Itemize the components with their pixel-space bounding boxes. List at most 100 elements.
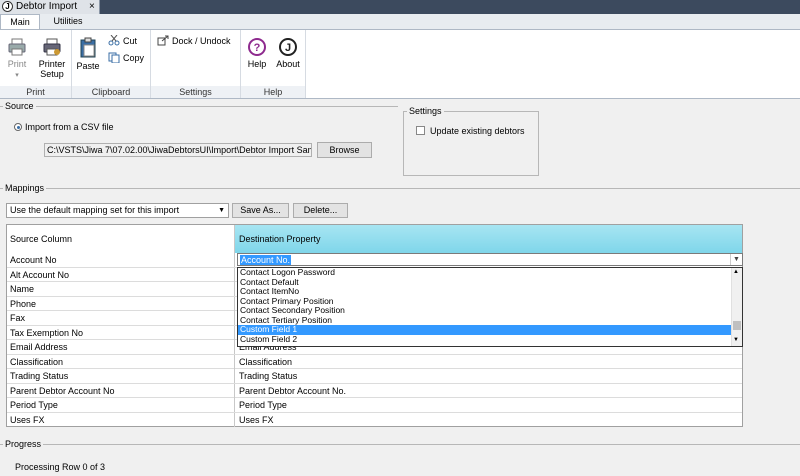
help-button[interactable]: ? Help bbox=[245, 37, 269, 69]
document-tab[interactable]: J Debtor Import × bbox=[0, 0, 100, 14]
source-group-title: Source bbox=[3, 101, 36, 111]
save-as-button[interactable]: Save As... bbox=[232, 203, 289, 218]
settings-group-label: Settings bbox=[151, 86, 240, 98]
dropdown-scrollbar[interactable]: ▲ ▼ bbox=[731, 268, 742, 346]
destination-dropdown-list[interactable]: Contact Logon Password Contact Default C… bbox=[237, 267, 743, 347]
mappings-divider bbox=[0, 188, 800, 189]
source-column-header[interactable]: Source Column bbox=[7, 225, 235, 253]
print-group: Print ▾ Printer Setup Print bbox=[0, 30, 72, 98]
source-cell: Trading Status bbox=[7, 369, 235, 383]
source-cell: Parent Debtor Account No bbox=[7, 383, 235, 398]
print-label: Print bbox=[7, 59, 27, 69]
scroll-thumb[interactable] bbox=[733, 321, 741, 330]
jiwa-logo-icon: J bbox=[2, 1, 13, 12]
grid-header: Source Column Destination Property bbox=[7, 225, 742, 253]
tab-main[interactable]: Main bbox=[0, 14, 40, 29]
about-button[interactable]: J About bbox=[273, 37, 303, 69]
settings-groupbox bbox=[403, 111, 539, 176]
print-button[interactable]: Print ▾ bbox=[3, 37, 31, 81]
source-cell: Email Address bbox=[7, 340, 235, 354]
close-icon[interactable]: × bbox=[89, 0, 95, 14]
help-label: Help bbox=[247, 59, 267, 69]
copy-label: Copy bbox=[123, 53, 145, 63]
table-row[interactable]: Parent Debtor Account No Parent Debtor Ac… bbox=[7, 383, 742, 398]
table-row[interactable]: Period Type Period Type bbox=[7, 398, 742, 413]
source-cell: Fax bbox=[7, 311, 235, 325]
update-debtors-label: Update existing debtors bbox=[430, 126, 525, 136]
about-label: About bbox=[276, 59, 300, 69]
progress-group-title: Progress bbox=[3, 439, 44, 449]
table-row[interactable]: Trading Status Trading Status bbox=[7, 369, 742, 384]
destination-combo-value[interactable]: Account No. bbox=[240, 255, 292, 265]
destination-cell[interactable]: Period Type bbox=[235, 398, 742, 412]
about-icon: J bbox=[279, 38, 297, 56]
destination-cell[interactable]: Parent Debtor Account No. bbox=[235, 384, 742, 398]
dropdown-option[interactable]: Contact Tertiary Position bbox=[238, 315, 731, 326]
cut-button[interactable]: Cut bbox=[108, 34, 138, 47]
dock-undock-button[interactable]: Dock / Undock bbox=[157, 35, 231, 47]
scissors-icon bbox=[108, 34, 120, 46]
destination-cell[interactable]: Trading Status bbox=[235, 369, 742, 383]
print-group-label: Print bbox=[0, 86, 71, 98]
dropdown-option[interactable]: Contact Default bbox=[238, 277, 731, 288]
source-cell: Tax Exemption No bbox=[7, 325, 235, 340]
destination-cell[interactable]: Classification bbox=[235, 355, 742, 369]
printer-setup-label: Printer Setup bbox=[38, 59, 66, 79]
clipboard-group-label: Clipboard bbox=[72, 86, 150, 98]
table-row[interactable]: Classification Classification bbox=[7, 354, 742, 369]
paste-label: Paste bbox=[76, 61, 100, 71]
cut-label: Cut bbox=[123, 36, 138, 46]
settings-group-title: Settings bbox=[407, 106, 444, 116]
printer-icon bbox=[8, 38, 26, 56]
file-path-field[interactable]: C:\VSTS\Jiwa 7\07.02.00\JiwaDebtorsUI\Im… bbox=[44, 143, 312, 157]
source-cell: Uses FX bbox=[7, 412, 235, 427]
source-cell: Account No bbox=[7, 253, 235, 267]
dropdown-option[interactable]: Custom Field 2 bbox=[238, 334, 731, 345]
printer-setup-icon bbox=[43, 38, 61, 56]
title-bar bbox=[0, 0, 800, 14]
ribbon: Print ▾ Printer Setup Print Paste Cut Cop… bbox=[0, 29, 800, 99]
chevron-down-icon: ▼ bbox=[218, 207, 225, 214]
source-divider bbox=[0, 106, 398, 107]
paste-button[interactable]: Paste bbox=[76, 37, 100, 71]
source-cell: Alt Account No bbox=[7, 267, 235, 282]
help-group: ? Help J About Help bbox=[241, 30, 306, 98]
source-cell: Name bbox=[7, 282, 235, 296]
csv-radio[interactable]: Import from a CSV file bbox=[14, 122, 114, 133]
window-title: Debtor Import bbox=[16, 1, 78, 12]
mappings-group-title: Mappings bbox=[3, 183, 47, 193]
destination-combo[interactable]: Account No. ▼ bbox=[237, 253, 743, 266]
checkbox-icon bbox=[416, 126, 425, 135]
copy-icon bbox=[108, 52, 120, 64]
printer-setup-button[interactable]: Printer Setup bbox=[34, 37, 70, 79]
source-cell: Period Type bbox=[7, 398, 235, 412]
help-icon: ? bbox=[248, 38, 266, 56]
destination-cell[interactable]: Uses FX bbox=[235, 413, 742, 427]
progress-divider bbox=[0, 444, 800, 445]
chevron-down-icon[interactable]: ▼ bbox=[730, 254, 742, 265]
dropdown-option[interactable]: Contact Logon Password bbox=[238, 267, 731, 278]
update-debtors-checkbox[interactable]: Update existing debtors bbox=[416, 126, 525, 137]
table-row[interactable]: Uses FX Uses FX bbox=[7, 412, 742, 428]
source-cell: Phone bbox=[7, 296, 235, 311]
scroll-up-icon[interactable]: ▲ bbox=[733, 269, 739, 276]
radio-selected-icon bbox=[14, 123, 22, 131]
mapping-set-value: Use the default mapping set for this imp… bbox=[10, 205, 180, 215]
source-cell: Classification bbox=[7, 354, 235, 369]
dropdown-option-selected[interactable]: Custom Field 1 bbox=[238, 324, 731, 335]
dock-undock-label: Dock / Undock bbox=[172, 36, 231, 46]
destination-column-header[interactable]: Destination Property bbox=[235, 225, 742, 253]
svg-text:?: ? bbox=[254, 42, 261, 54]
delete-button[interactable]: Delete... bbox=[293, 203, 348, 218]
dock-icon bbox=[157, 35, 169, 46]
progress-status: Processing Row 0 of 3 bbox=[15, 462, 106, 472]
scroll-down-icon[interactable]: ▼ bbox=[733, 337, 739, 344]
clipboard-icon bbox=[80, 37, 96, 58]
csv-radio-label: Import from a CSV file bbox=[25, 122, 114, 132]
tab-utilities[interactable]: Utilities bbox=[46, 14, 90, 29]
browse-button[interactable]: Browse bbox=[317, 142, 372, 158]
help-group-label: Help bbox=[241, 86, 305, 98]
svg-text:J: J bbox=[285, 42, 291, 54]
copy-button[interactable]: Copy bbox=[108, 52, 144, 64]
mapping-set-select[interactable]: Use the default mapping set for this imp… bbox=[6, 203, 229, 218]
